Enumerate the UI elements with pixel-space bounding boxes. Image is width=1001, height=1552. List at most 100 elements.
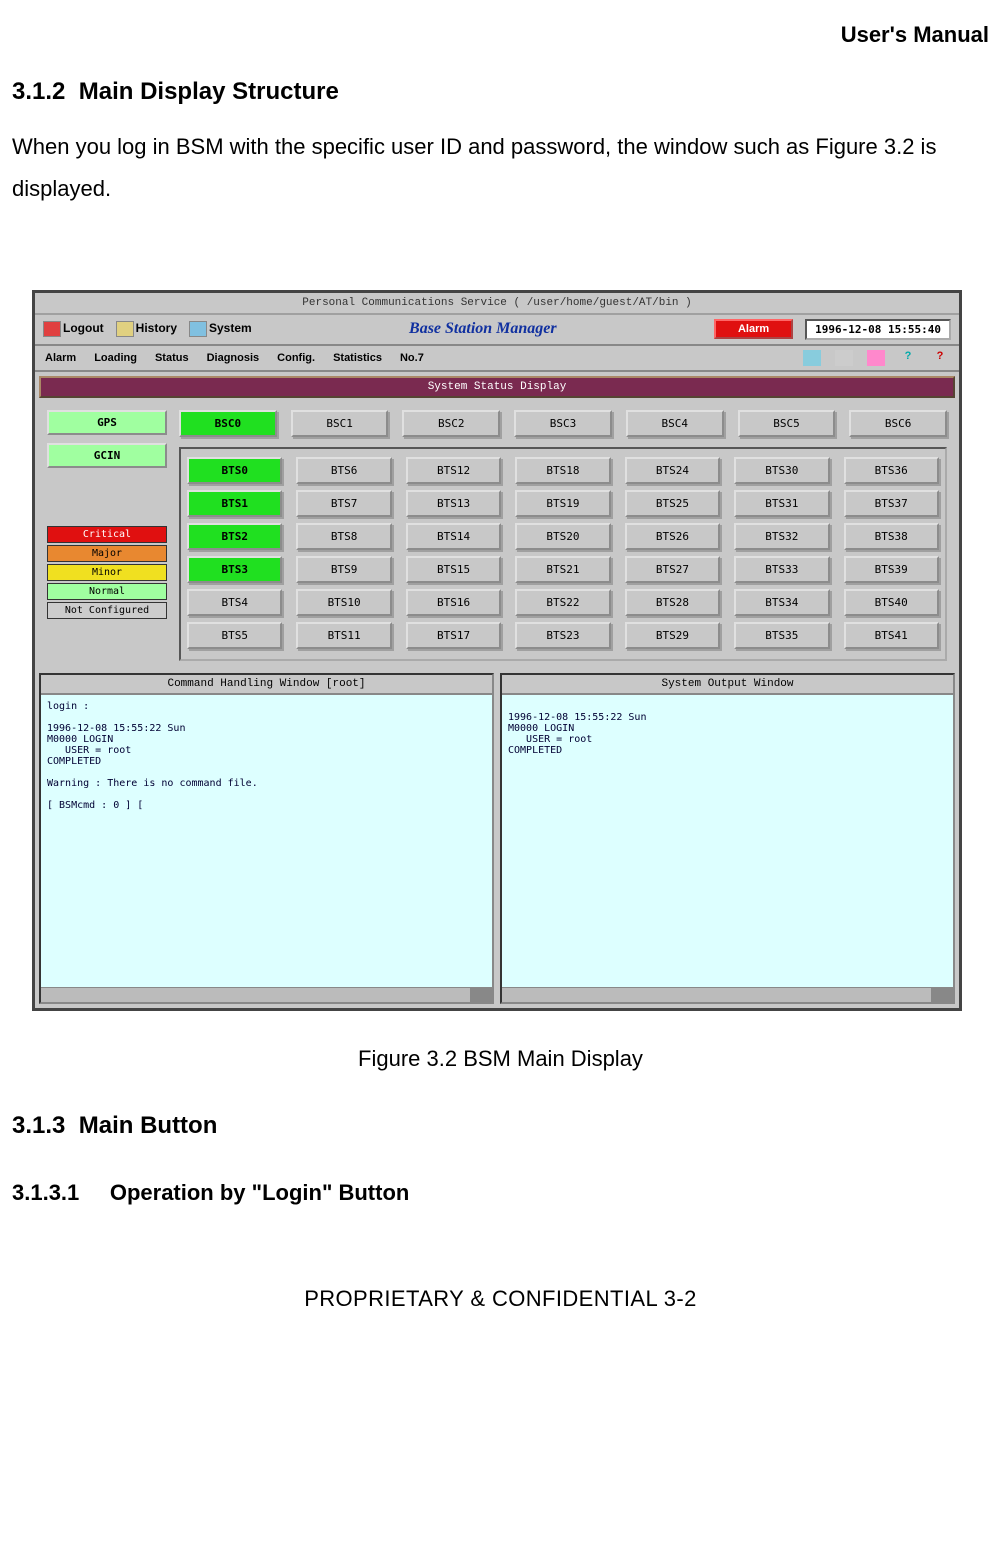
menu-config[interactable]: Config.	[277, 352, 315, 364]
bsc-cell[interactable]: BSC0	[179, 410, 277, 437]
heading-312-num: 3.1.2	[12, 78, 65, 105]
scroll-icon	[116, 321, 134, 337]
bts-cell[interactable]: BTS22	[515, 589, 610, 616]
heading-3131-title: Operation by "Login" Button	[110, 1180, 410, 1205]
output-pane: System Output Window 1996-12-08 15:55:22…	[500, 673, 955, 1004]
bts-cell[interactable]: BTS30	[734, 457, 829, 484]
bts-cell[interactable]: BTS19	[515, 490, 610, 517]
bts-cell[interactable]: BTS37	[844, 490, 939, 517]
bsc-cell[interactable]: BSC3	[514, 410, 612, 437]
bts-cell[interactable]: BTS24	[625, 457, 720, 484]
bts-cell[interactable]: BTS25	[625, 490, 720, 517]
history-button[interactable]: History	[116, 321, 177, 337]
output-pane-body: 1996-12-08 15:55:22 Sun M0000 LOGIN USER…	[502, 695, 953, 987]
bts-cell[interactable]: BTS39	[844, 556, 939, 583]
bts-cell[interactable]: BTS7	[296, 490, 391, 517]
bts-cell[interactable]: BTS4	[187, 589, 282, 616]
bts-cell[interactable]: BTS13	[406, 490, 501, 517]
system-button[interactable]: System	[189, 321, 252, 337]
bts-cell[interactable]: BTS18	[515, 457, 610, 484]
bsc-cell[interactable]: BSC4	[626, 410, 724, 437]
legend-major: Major	[47, 545, 167, 562]
bts-cell[interactable]: BTS40	[844, 589, 939, 616]
legend: Critical Major Minor Normal Not Configur…	[47, 526, 167, 619]
command-pane-title: Command Handling Window [root]	[41, 675, 492, 695]
bts-cell[interactable]: BTS1	[187, 490, 282, 517]
bsc-cell[interactable]: BSC1	[291, 410, 389, 437]
bts-cell[interactable]: BTS21	[515, 556, 610, 583]
figure-caption: Figure 3.2 BSM Main Display	[12, 1046, 989, 1072]
brand-title: Base Station Manager	[264, 320, 702, 338]
menu-loading[interactable]: Loading	[94, 352, 137, 364]
menu-statistics[interactable]: Statistics	[333, 352, 382, 364]
bts-cell[interactable]: BTS11	[296, 622, 391, 649]
scrollbar-horizontal[interactable]	[502, 987, 953, 1002]
gps-button[interactable]: GPS	[47, 410, 167, 435]
bts-cell[interactable]: BTS17	[406, 622, 501, 649]
heading-312: 3.1.2 Main Display Structure	[12, 78, 989, 106]
bts-cell[interactable]: BTS31	[734, 490, 829, 517]
heading-313-title: Main Button	[79, 1112, 218, 1139]
monitor-icon	[189, 321, 207, 337]
logout-label: Logout	[63, 321, 104, 335]
menu-alarm[interactable]: Alarm	[45, 352, 76, 364]
bsc-cell[interactable]: BSC6	[849, 410, 947, 437]
heading-313: 3.1.3 Main Button	[12, 1112, 989, 1140]
alarm-button[interactable]: Alarm	[714, 319, 793, 339]
legend-normal: Normal	[47, 583, 167, 600]
bts-cell[interactable]: BTS36	[844, 457, 939, 484]
heading-312-title: Main Display Structure	[79, 78, 339, 105]
intro-paragraph: When you log in BSM with the specific us…	[12, 126, 989, 210]
menu-no7[interactable]: No.7	[400, 352, 424, 364]
bts-cell[interactable]: BTS12	[406, 457, 501, 484]
bts-cell[interactable]: BTS2	[187, 523, 282, 550]
scrollbar-horizontal[interactable]	[41, 987, 492, 1002]
bts-cell[interactable]: BTS32	[734, 523, 829, 550]
page-footer: PROPRIETARY & CONFIDENTIAL 3-2	[12, 1286, 989, 1312]
legend-not-configured: Not Configured	[47, 602, 167, 619]
bts-cell[interactable]: BTS0	[187, 457, 282, 484]
bts-grid: BTS0 BTS6 BTS12 BTS18 BTS24 BTS30 BTS36 BTS1 BTS…	[179, 447, 947, 661]
bts-cell[interactable]: BTS28	[625, 589, 720, 616]
bts-cell[interactable]: BTS34	[734, 589, 829, 616]
bts-cell[interactable]: BTS10	[296, 589, 391, 616]
palette-icon[interactable]	[867, 350, 885, 366]
timestamp-display: 1996-12-08 15:55:40	[805, 319, 951, 340]
bts-cell[interactable]: BTS15	[406, 556, 501, 583]
bts-cell[interactable]: BTS35	[734, 622, 829, 649]
bsc-row: BSC0 BSC1 BSC2 BSC3 BSC4 BSC5 BSC6	[179, 410, 947, 437]
legend-critical: Critical	[47, 526, 167, 543]
bts-cell[interactable]: BTS29	[625, 622, 720, 649]
bts-cell[interactable]: BTS9	[296, 556, 391, 583]
heading-3131-num: 3.1.3.1	[12, 1180, 79, 1205]
house-icon	[43, 321, 61, 337]
bsm-screenshot: Personal Communications Service ( /user/…	[32, 290, 962, 1011]
bts-cell[interactable]: BTS6	[296, 457, 391, 484]
menu-diagnosis[interactable]: Diagnosis	[207, 352, 260, 364]
search-icon[interactable]: ?	[899, 350, 917, 366]
printer-icon[interactable]	[803, 350, 821, 366]
gcin-button[interactable]: GCIN	[47, 443, 167, 468]
bts-cell[interactable]: BTS26	[625, 523, 720, 550]
heading-3131: 3.1.3.1 Operation by "Login" Button	[12, 1180, 989, 1206]
window-icon[interactable]	[835, 350, 853, 366]
menu-bar: Alarm Loading Status Diagnosis Config. S…	[35, 346, 959, 372]
bts-cell[interactable]: BTS14	[406, 523, 501, 550]
bsc-cell[interactable]: BSC2	[402, 410, 500, 437]
menu-status[interactable]: Status	[155, 352, 189, 364]
bts-cell[interactable]: BTS27	[625, 556, 720, 583]
bsc-cell[interactable]: BSC5	[738, 410, 836, 437]
bts-cell[interactable]: BTS16	[406, 589, 501, 616]
toolbar-main: Logout History System Base Station Manag…	[35, 315, 959, 346]
bts-cell[interactable]: BTS33	[734, 556, 829, 583]
bts-cell[interactable]: BTS38	[844, 523, 939, 550]
bts-cell[interactable]: BTS3	[187, 556, 282, 583]
bts-cell[interactable]: BTS41	[844, 622, 939, 649]
bts-cell[interactable]: BTS20	[515, 523, 610, 550]
bts-cell[interactable]: BTS8	[296, 523, 391, 550]
logout-button[interactable]: Logout	[43, 321, 104, 337]
bts-cell[interactable]: BTS5	[187, 622, 282, 649]
bts-cell[interactable]: BTS23	[515, 622, 610, 649]
command-pane-body[interactable]: login : 1996-12-08 15:55:22 Sun M0000 LO…	[41, 695, 492, 987]
help-icon[interactable]: ?	[931, 350, 949, 366]
